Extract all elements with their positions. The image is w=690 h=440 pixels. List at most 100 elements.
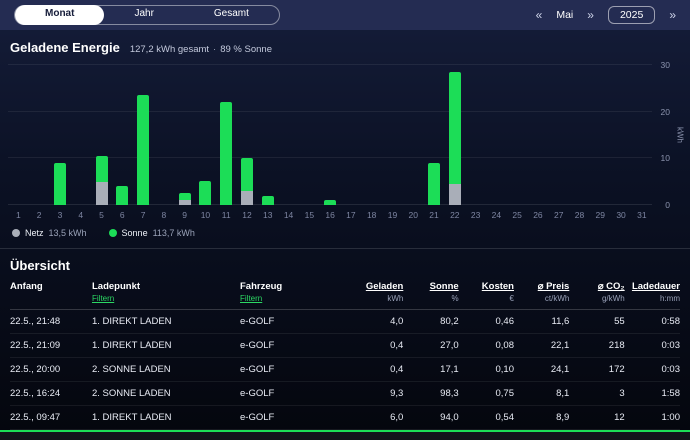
table-cell: 98,3 — [403, 388, 458, 399]
table-cell: 0,75 — [459, 388, 514, 399]
sonne-bar-segment — [54, 163, 66, 205]
table-row[interactable]: 22.5., 16:242. SONNE LADENe-GOLF9,398,30… — [10, 382, 680, 406]
netz-legend-dot — [12, 229, 20, 237]
table-cell: 0:03 — [625, 364, 680, 375]
chart-bar-day-13[interactable] — [257, 65, 278, 205]
chart-bar-day-8[interactable] — [153, 65, 174, 205]
energy-title: Geladene Energie — [10, 40, 120, 55]
netz-bar-segment — [241, 191, 253, 205]
tab-jahr[interactable]: Jahr — [104, 5, 183, 25]
chart-bar-day-20[interactable] — [403, 65, 424, 205]
column-header--co-[interactable]: ⌀ CO₂ g/kWh — [569, 281, 624, 303]
x-axis-day-label: 10 — [195, 210, 216, 220]
chart-bar-day-10[interactable] — [195, 65, 216, 205]
sonne-bar-segment — [96, 156, 108, 182]
chart-bar-day-5[interactable] — [91, 65, 112, 205]
y-axis-tick-label: 30 — [661, 60, 670, 70]
next-month-icon[interactable]: » — [587, 9, 594, 21]
y-axis-tick-label: 10 — [661, 153, 670, 163]
chart-bar-day-19[interactable] — [382, 65, 403, 205]
x-axis-day-label: 18 — [361, 210, 382, 220]
sonne-bar-segment — [262, 196, 274, 205]
chart-bar-day-30[interactable] — [611, 65, 632, 205]
chart-bar-day-24[interactable] — [486, 65, 507, 205]
chart-legend: Netz 13,5 kWh Sonne 113,7 kWh — [12, 228, 678, 238]
energy-header: Geladene Energie 127,2 kWh gesamt·89 % S… — [0, 30, 690, 57]
chart-bar-day-22[interactable] — [444, 65, 465, 205]
year-selector[interactable]: 2025 — [608, 6, 655, 24]
tab-gesamt[interactable]: Gesamt — [184, 5, 279, 25]
chart-bar-day-16[interactable] — [320, 65, 341, 205]
filter-link[interactable]: Filtern — [92, 294, 240, 303]
chart-bar-day-14[interactable] — [278, 65, 299, 205]
chart-bar-day-1[interactable] — [8, 65, 29, 205]
tab-monat[interactable]: Monat — [15, 5, 104, 25]
column-header-ladepunkt: LadepunktFiltern — [92, 281, 240, 303]
chart-bar-day-21[interactable] — [424, 65, 445, 205]
chart-bar-day-7[interactable] — [133, 65, 154, 205]
x-axis-day-label: 15 — [299, 210, 320, 220]
x-axis-day-label: 21 — [424, 210, 445, 220]
column-header-anfang: Anfang — [10, 281, 92, 292]
sonne-bar-segment — [137, 95, 149, 205]
column-label: ⌀ Preis — [538, 281, 570, 292]
column-unit: ct/kWh — [545, 294, 569, 303]
next-year-icon[interactable]: » — [669, 9, 676, 21]
table-cell: 12 — [569, 412, 624, 423]
x-axis-day-label: 17 — [341, 210, 362, 220]
table-cell: 0,46 — [459, 316, 514, 327]
table-cell: 22.5., 20:00 — [10, 364, 92, 375]
table-cell: 0:03 — [625, 340, 680, 351]
chart-bar-day-6[interactable] — [112, 65, 133, 205]
column-label: ⌀ CO₂ — [598, 281, 625, 292]
chart-bar-day-15[interactable] — [299, 65, 320, 205]
chart-bar-day-18[interactable] — [361, 65, 382, 205]
chart-bar-day-2[interactable] — [29, 65, 50, 205]
chart-bar-day-28[interactable] — [569, 65, 590, 205]
table-cell: 94,0 — [403, 412, 458, 423]
chart-bar-day-25[interactable] — [507, 65, 528, 205]
table-cell: 2. SONNE LADEN — [92, 364, 240, 375]
netz-legend-label: Netz — [25, 228, 44, 238]
table-row[interactable]: 22.5., 21:091. DIREKT LADENe-GOLF0,427,0… — [10, 334, 680, 358]
table-cell: 24,1 — [514, 364, 569, 375]
netz-bar-segment — [96, 182, 108, 205]
x-axis-day-label: 1 — [8, 210, 29, 220]
column-header-kosten[interactable]: Kosten€ — [459, 281, 514, 303]
column-unit: g/kWh — [602, 294, 625, 303]
chart-y-unit-col: kWh — [674, 65, 686, 205]
chart-bar-day-3[interactable] — [50, 65, 71, 205]
chart-bar-day-4[interactable] — [70, 65, 91, 205]
column-header-geladen[interactable]: GeladenkWh — [348, 281, 403, 303]
column-header-ladedauer[interactable]: Ladedauerh:mm — [625, 281, 680, 303]
x-axis-day-label: 25 — [507, 210, 528, 220]
chart-bar-day-26[interactable] — [528, 65, 549, 205]
table-row[interactable]: 22.5., 20:002. SONNE LADENe-GOLF0,417,10… — [10, 358, 680, 382]
chart-bar-day-27[interactable] — [548, 65, 569, 205]
x-axis-day-label: 11 — [216, 210, 237, 220]
x-axis-day-label: 3 — [50, 210, 71, 220]
table-row[interactable]: 22.5., 21:481. DIREKT LADENe-GOLF4,080,2… — [10, 310, 680, 334]
sonne-legend-label: Sonne — [122, 228, 148, 238]
x-axis-day-label: 28 — [569, 210, 590, 220]
table-cell: 22.5., 09:47 — [10, 412, 92, 423]
chart-bar-day-23[interactable] — [465, 65, 486, 205]
table-row[interactable]: 22.5., 09:471. DIREKT LADENe-GOLF6,094,0… — [10, 406, 680, 430]
chart-bar-day-12[interactable] — [237, 65, 258, 205]
chart-bar-day-9[interactable] — [174, 65, 195, 205]
x-axis-day-label: 9 — [174, 210, 195, 220]
chart-bar-day-29[interactable] — [590, 65, 611, 205]
chart-bar-day-31[interactable] — [631, 65, 652, 205]
energy-total: 127,2 kWh gesamt — [130, 44, 209, 55]
prev-month-icon[interactable]: « — [536, 9, 543, 21]
column-label: Anfang — [10, 281, 92, 292]
chart-bar-day-17[interactable] — [341, 65, 362, 205]
column-header-sonne[interactable]: Sonne% — [403, 281, 458, 303]
filter-link[interactable]: Filtern — [240, 294, 348, 303]
table-cell: 4,0 — [348, 316, 403, 327]
column-header--preis[interactable]: ⌀ Preis ct/kWh — [514, 281, 569, 303]
table-title: Übersicht — [0, 249, 690, 279]
sonne-bar-segment — [324, 200, 336, 205]
sonne-bar-segment — [199, 181, 211, 205]
chart-bar-day-11[interactable] — [216, 65, 237, 205]
